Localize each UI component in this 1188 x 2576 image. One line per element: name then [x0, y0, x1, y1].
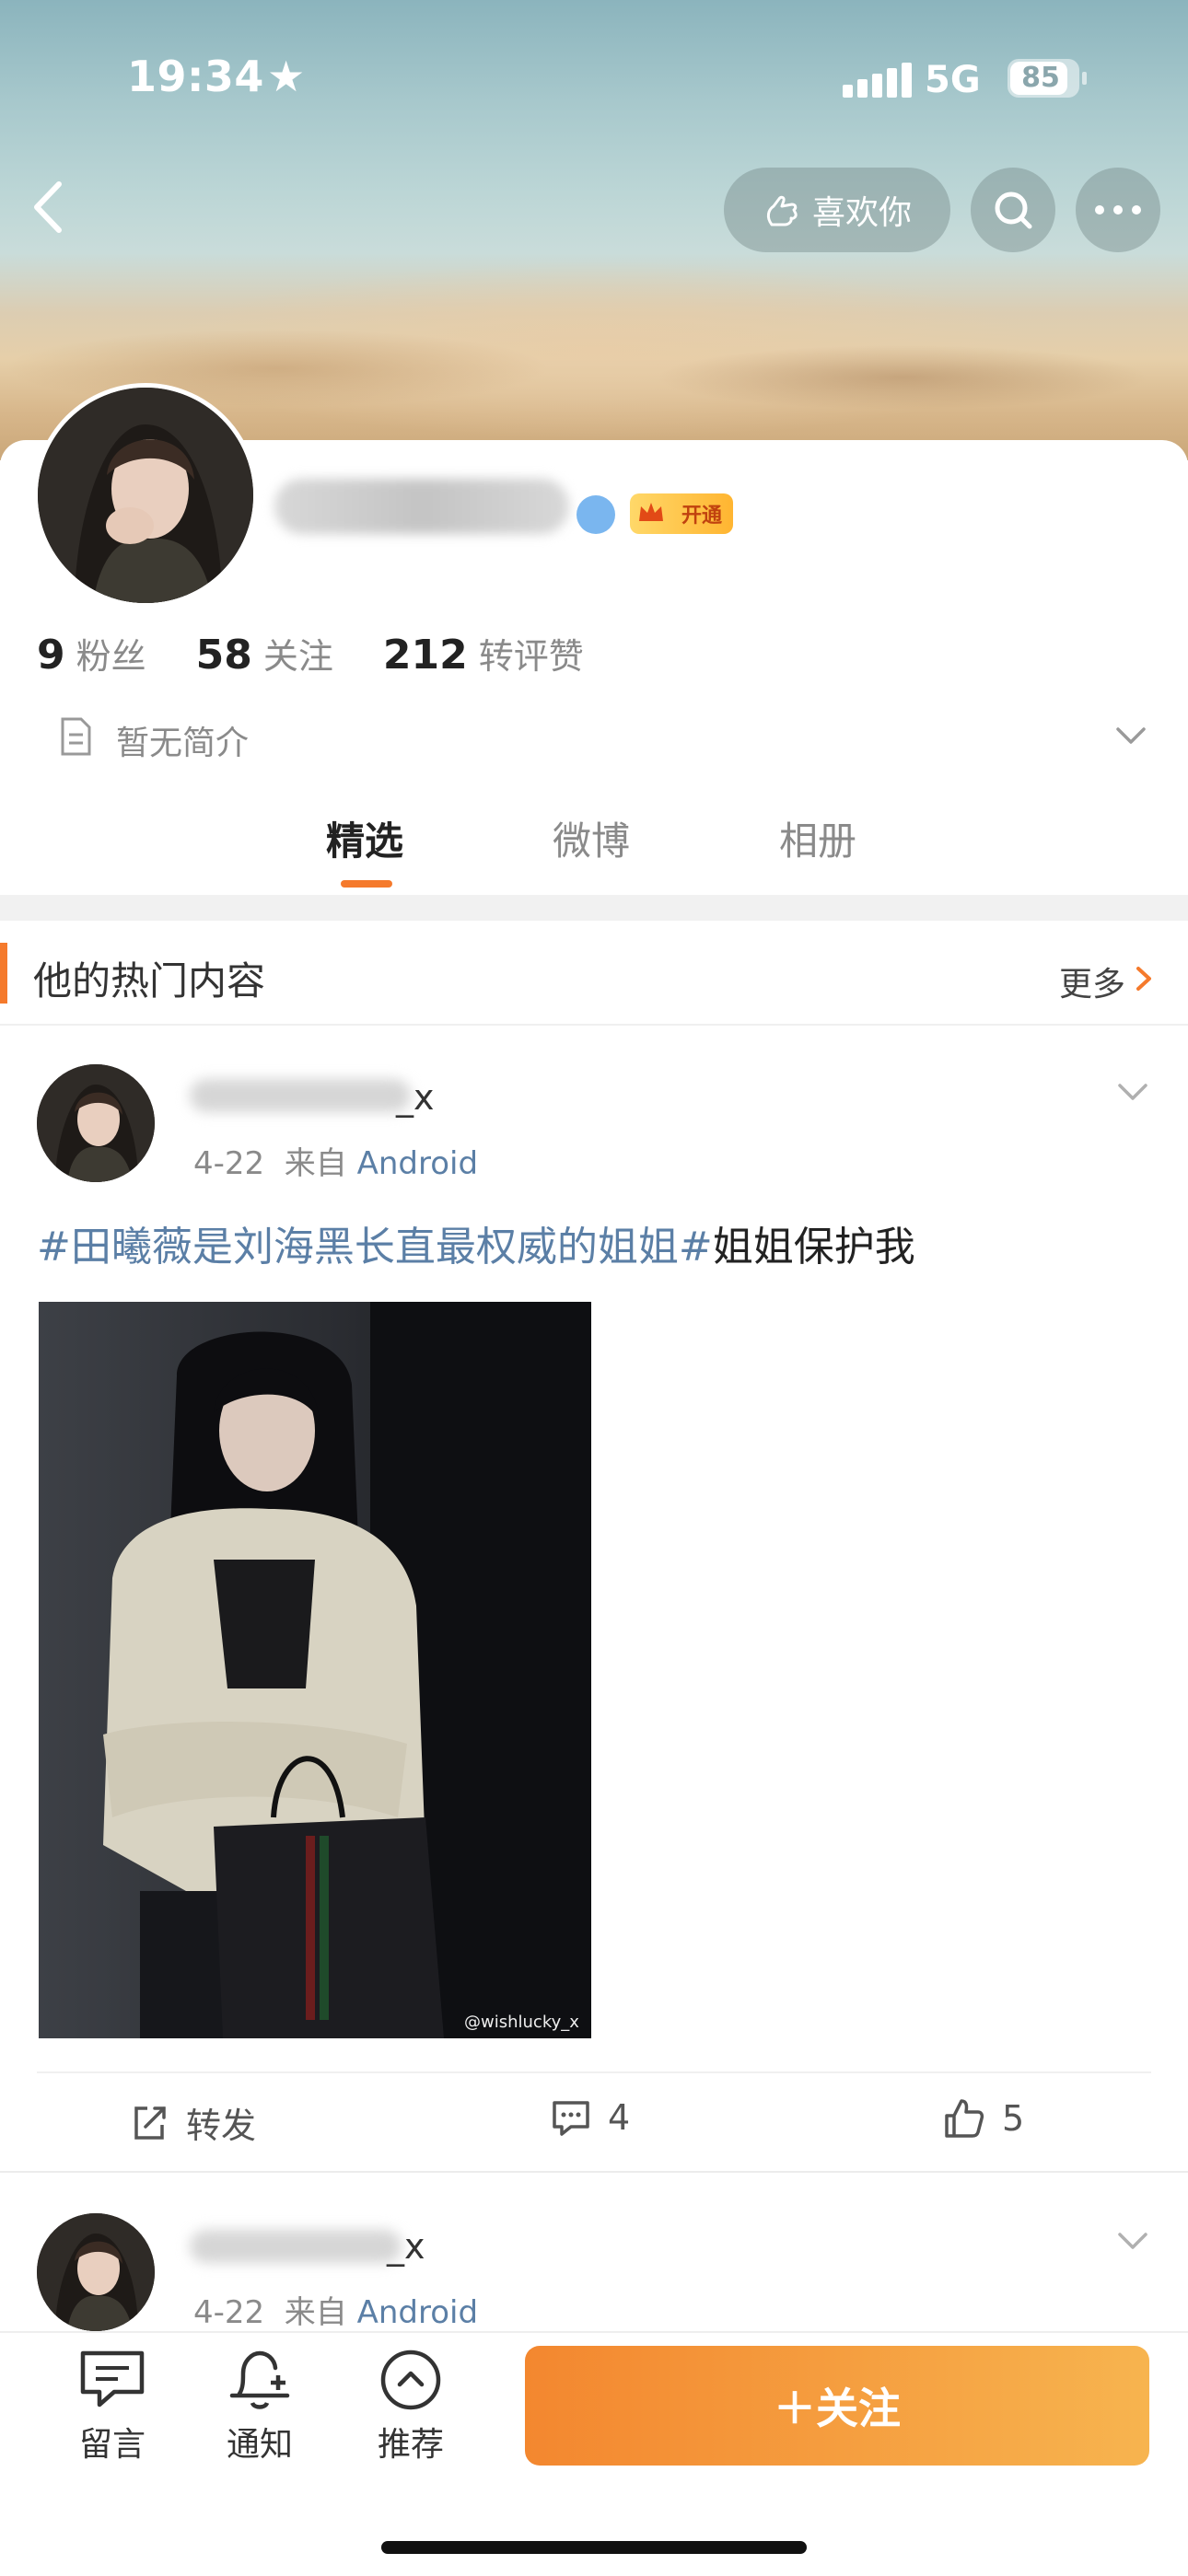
like-count: 5	[1002, 2098, 1025, 2139]
more-icon	[1095, 205, 1141, 215]
post-menu-button[interactable]	[1114, 1079, 1151, 1105]
comment-count: 4	[608, 2097, 631, 2138]
profile-avatar[interactable]	[33, 383, 258, 608]
chevron-right-icon[interactable]	[1133, 963, 1155, 994]
thumbs-up-icon	[945, 2099, 984, 2138]
avatar-image	[38, 388, 253, 603]
active-tab-indicator	[341, 880, 392, 888]
stat-fans[interactable]: 9 粉丝	[37, 628, 146, 679]
post-source-prefix: 来自	[284, 1145, 347, 1182]
post-username-suffix[interactable]: _x	[396, 1077, 435, 1118]
section-accent-bar	[0, 943, 7, 1004]
tab-album[interactable]: 相册	[779, 810, 856, 866]
post-meta: 4-22 来自 Android	[193, 2287, 478, 2332]
follow-button[interactable]: ＋关注	[525, 2346, 1149, 2466]
post-username-blurred	[190, 1079, 411, 1112]
repost-label: 转发	[186, 2106, 257, 2146]
verified-badge-icon	[577, 495, 615, 534]
post-source[interactable]: Android	[357, 1145, 478, 1182]
chevron-left-icon	[34, 181, 62, 233]
bio-text: 暂无简介	[116, 725, 250, 762]
notify-label: 通知	[226, 2426, 293, 2464]
post-text: #田曦薇是刘海黑长直最权威的姐姐#姐姐保护我	[37, 1213, 915, 1272]
stat-interactions[interactable]: 212 转评赞	[383, 628, 584, 679]
post-date: 4-22	[193, 1145, 265, 1182]
like-button[interactable]: 5	[943, 2097, 1024, 2140]
comment-button[interactable]: 4	[551, 2097, 630, 2138]
section-title: 他的热门内容	[33, 958, 266, 1004]
image-watermark: @wishlucky_x	[464, 2013, 579, 2032]
notify-button[interactable]: 通知	[204, 2348, 315, 2466]
hand-heart-icon	[766, 195, 798, 226]
username-blurred	[274, 479, 569, 534]
profile-stats: 9 粉丝 58 关注 212 转评赞	[37, 628, 584, 679]
share-icon	[134, 2106, 166, 2140]
recommend-button[interactable]: 推荐	[355, 2348, 466, 2466]
stat-following[interactable]: 58 关注	[196, 628, 333, 679]
tab-weibo[interactable]: 微博	[553, 810, 630, 866]
message-button[interactable]: 留言	[57, 2348, 168, 2466]
post-source-prefix: 来自	[284, 2294, 347, 2331]
search-icon	[995, 191, 1032, 229]
profile-tabs: 精选 微博 相册	[0, 801, 1188, 893]
vip-label: 开通	[681, 505, 722, 528]
repost-button[interactable]: 转发	[129, 2097, 256, 2148]
message-label: 留言	[78, 2426, 146, 2464]
tab-featured[interactable]: 精选	[326, 810, 403, 866]
crown-icon	[639, 503, 663, 521]
post-photo	[39, 1302, 591, 2038]
post-menu-button[interactable]	[1114, 2228, 1151, 2254]
star-icon: ★	[267, 52, 306, 101]
recommend-label: 推荐	[377, 2426, 444, 2464]
post-avatar[interactable]	[37, 2213, 155, 2331]
home-indicator[interactable]	[381, 2541, 807, 2554]
post-hashtag[interactable]: #田曦薇是刘海黑长直最权威的姐姐#	[37, 1224, 713, 1271]
avatar-image	[37, 2213, 155, 2331]
search-button[interactable]	[971, 168, 1055, 252]
more-options-button[interactable]	[1076, 168, 1160, 252]
network-type: 5G	[925, 59, 981, 101]
chevron-up-circle-icon	[380, 2350, 441, 2410]
post-username-blurred	[190, 2230, 402, 2263]
avatar-image	[37, 1064, 155, 1182]
post-meta: 4-22 来自 Android	[193, 1138, 478, 1183]
post-avatar[interactable]	[37, 1064, 155, 1182]
like-you-label: 喜欢你	[811, 194, 912, 232]
vip-open-button[interactable]: 开通	[630, 493, 733, 534]
message-icon	[80, 2350, 145, 2408]
post-actions: 转发 4 5	[37, 2071, 1151, 2173]
post-source[interactable]: Android	[357, 2294, 478, 2331]
post-text-rest: 姐姐保护我	[712, 1224, 915, 1271]
battery-icon: 85	[1007, 59, 1087, 98]
status-time: 19:34	[127, 52, 264, 101]
like-you-button[interactable]: 喜欢你	[724, 168, 950, 252]
battery-level: 85	[1021, 62, 1060, 94]
more-link[interactable]: 更多	[1059, 957, 1125, 1005]
post-date: 4-22	[193, 2294, 265, 2331]
post-divider	[0, 2171, 1188, 2173]
bell-plus-icon	[229, 2350, 290, 2409]
back-button[interactable]	[24, 175, 79, 239]
chevron-down-icon	[1116, 727, 1146, 744]
section-separator	[0, 895, 1188, 921]
signal-icon	[843, 61, 916, 98]
expand-bio-button[interactable]	[1112, 722, 1149, 749]
comment-icon	[553, 2101, 589, 2136]
document-icon	[57, 716, 94, 757]
chevron-down-icon	[1118, 2233, 1147, 2249]
post-username-suffix[interactable]: _x	[387, 2226, 425, 2267]
post-image[interactable]	[39, 1302, 591, 2038]
chevron-down-icon	[1118, 1084, 1147, 1100]
